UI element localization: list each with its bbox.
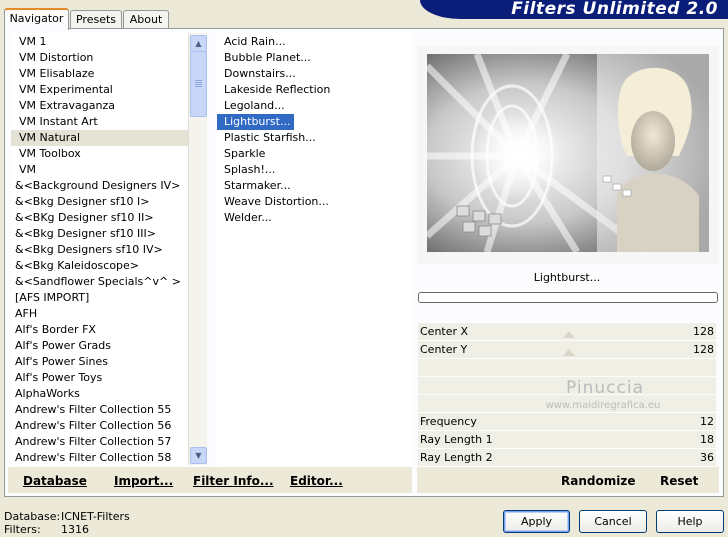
filter-item[interactable]: Starmaker...	[217, 178, 412, 194]
cancel-button[interactable]: Cancel	[579, 510, 647, 533]
filter-item[interactable]: Acid Rain...	[217, 34, 412, 50]
param-value: 12	[700, 415, 714, 428]
param-label: Center X	[420, 325, 469, 338]
param-empty	[418, 359, 716, 376]
progress-bar	[418, 292, 718, 303]
param-ray-length-2[interactable]: Ray Length 2 36	[418, 448, 716, 467]
tab-about[interactable]: About	[123, 10, 169, 28]
category-item[interactable]: Alf's Border FX	[11, 322, 188, 338]
param-label: Ray Length 1	[420, 433, 493, 446]
category-item[interactable]: &<Background Designers IV>	[11, 178, 188, 194]
category-item[interactable]: AFH	[11, 306, 188, 322]
help-button[interactable]: Help	[656, 510, 724, 533]
category-item[interactable]: VM Extravaganza	[11, 98, 188, 114]
category-item[interactable]: Alf's Power Sines	[11, 354, 188, 370]
scroll-thumb[interactable]	[190, 51, 207, 117]
filters-label: Filters:	[4, 523, 41, 536]
filter-item[interactable]: Lakeside Reflection	[217, 82, 412, 98]
param-ray-length-1[interactable]: Ray Length 1 18	[418, 430, 716, 449]
param-center-y[interactable]: Center Y 128	[418, 340, 716, 359]
filter-item[interactable]: Welder...	[217, 210, 412, 226]
category-item[interactable]: VM Toolbox	[11, 146, 188, 162]
database-label: Database:	[4, 510, 61, 523]
filter-item[interactable]: Sparkle	[217, 146, 412, 162]
param-label: Frequency	[420, 415, 477, 428]
database-value: ICNET-Filters	[61, 510, 130, 523]
param-label: Ray Length 2	[420, 451, 493, 464]
param-label: Center Y	[420, 343, 468, 356]
slider-thumb-icon[interactable]	[563, 331, 575, 338]
category-item[interactable]: VM Instant Art	[11, 114, 188, 130]
category-item[interactable]: &<Bkg Designers sf10 IV>	[11, 242, 188, 258]
category-item[interactable]: VM Experimental	[11, 82, 188, 98]
filter-title: Lightburst...	[533, 271, 601, 284]
apply-button[interactable]: Apply	[503, 510, 570, 533]
param-center-x[interactable]: Center X 128	[418, 322, 716, 341]
editor-button[interactable]: Editor...	[290, 474, 343, 488]
category-item[interactable]: VM	[11, 162, 188, 178]
category-item[interactable]: Andrew's Filter Collection 56	[11, 418, 188, 434]
randomize-button[interactable]: Randomize	[561, 474, 635, 488]
lightburst-preview-icon	[417, 46, 719, 264]
filter-item[interactable]: Lightburst...	[217, 114, 295, 130]
filter-list[interactable]: Acid Rain... Bubble Planet... Downstairs..…	[217, 33, 412, 465]
scroll-down-arrow-icon[interactable]: ▼	[190, 447, 207, 464]
watermark-url: www.maidiregrafica.eu	[545, 400, 661, 411]
slider-thumb-icon[interactable]	[563, 349, 575, 356]
category-item[interactable]: AlphaWorks	[11, 386, 188, 402]
reset-button[interactable]: Reset	[660, 474, 698, 488]
category-item[interactable]: Alf's Power Toys	[11, 370, 188, 386]
param-value: 36	[700, 451, 714, 464]
category-item[interactable]: VM 1	[11, 34, 188, 50]
category-scrollbar[interactable]: ▲ ▼	[188, 33, 207, 465]
import-button[interactable]: Import...	[114, 474, 173, 488]
category-item[interactable]: Andrew's Filter Collection 55	[11, 402, 188, 418]
category-item[interactable]: &<Bkg Designer sf10 I>	[11, 194, 188, 210]
category-item[interactable]: &<Bkg Kaleidoscope>	[11, 258, 188, 274]
category-item[interactable]: &<Bkg Designer sf10 III>	[11, 226, 188, 242]
filter-item[interactable]: Bubble Planet...	[217, 50, 412, 66]
category-item[interactable]: &<BKg Designer sf10 II>	[11, 210, 188, 226]
category-item[interactable]: Alf's Power Grads	[11, 338, 188, 354]
database-button[interactable]: Database	[23, 474, 87, 488]
watermark-name: Pinuccia	[566, 378, 644, 398]
category-item[interactable]: &<Sandflower Specials^v^ >	[11, 274, 188, 290]
filters-count: 1316	[61, 523, 89, 536]
filter-item[interactable]: Plastic Starfish...	[217, 130, 412, 146]
category-item[interactable]: Andrew's Filter Collection 57	[11, 434, 188, 450]
category-item[interactable]: Andrew's Filter Collection 58	[11, 450, 188, 466]
filter-item[interactable]: Weave Distortion...	[217, 194, 412, 210]
tab-navigator[interactable]: Navigator	[4, 8, 69, 30]
preview-image	[417, 46, 719, 264]
scroll-up-arrow-icon[interactable]: ▲	[190, 35, 207, 52]
category-item[interactable]: VM Distortion	[11, 50, 188, 66]
param-value: 18	[700, 433, 714, 446]
tab-presets[interactable]: Presets	[70, 10, 122, 28]
filter-info-button[interactable]: Filter Info...	[193, 474, 274, 488]
param-value: 128	[693, 325, 714, 338]
filter-item[interactable]: Splash!...	[217, 162, 412, 178]
param-frequency[interactable]: Frequency 12	[418, 412, 716, 431]
filter-item[interactable]: Downstairs...	[217, 66, 412, 82]
filter-item[interactable]: Legoland...	[217, 98, 412, 114]
category-list[interactable]: VM 1 VM Distortion VM Elisablaze VM Experim…	[11, 33, 188, 465]
header-title: Filters Unlimited 2.0	[511, 0, 718, 19]
category-item[interactable]: [AFS IMPORT]	[11, 290, 188, 306]
param-value: 128	[693, 343, 714, 356]
category-item[interactable]: VM Natural	[11, 130, 188, 146]
category-item[interactable]: VM Elisablaze	[11, 66, 188, 82]
